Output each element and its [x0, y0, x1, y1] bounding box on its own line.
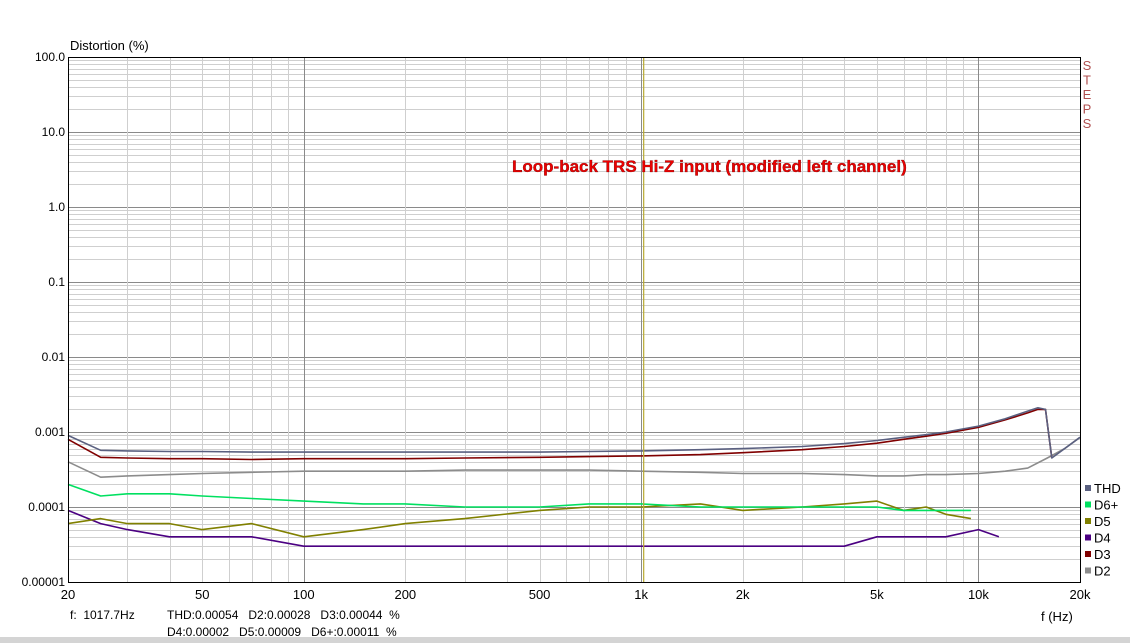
- steps-letter: T: [1083, 73, 1091, 88]
- legend-swatch: [1085, 551, 1091, 557]
- legend-label: D2: [1094, 564, 1111, 579]
- marker-frequency-readout: f: 1017.7Hz: [70, 608, 135, 622]
- x-axis-label: f (Hz): [1041, 609, 1073, 624]
- chart-annotation: Loop-back TRS Hi-Z input (modified left …: [512, 157, 907, 176]
- steps-letter: S: [1083, 58, 1092, 73]
- legend-swatch: [1085, 501, 1091, 508]
- y-tick-label: 1.0: [48, 200, 65, 214]
- x-tick-label: 20k: [1070, 587, 1091, 602]
- y-tick-label: 0.001: [35, 425, 65, 439]
- steps-letter: S: [1083, 116, 1092, 131]
- legend-label: D3: [1094, 547, 1111, 562]
- y-tick-label: 0.01: [42, 350, 66, 364]
- x-tick-label: 20: [61, 587, 75, 602]
- distortion-readout-line1: THD:0.00054 D2:0.00028 D3:0.00044 %: [167, 608, 400, 622]
- legend-swatch: [1085, 567, 1091, 574]
- legend-label: D4: [1094, 531, 1111, 546]
- legend-label: D6+: [1094, 498, 1118, 513]
- x-tick-label: 2k: [736, 587, 750, 602]
- x-tick-label: 50: [195, 587, 209, 602]
- x-tick-label: 200: [394, 587, 416, 602]
- x-tick-label: 1k: [634, 587, 648, 602]
- y-tick-label: 0.0001: [28, 500, 65, 514]
- x-tick-label: 100: [293, 587, 315, 602]
- x-tick-label: 5k: [870, 587, 884, 602]
- steps-letter: P: [1083, 102, 1092, 117]
- legend-swatch: [1085, 485, 1091, 491]
- legend-swatch: [1085, 518, 1091, 524]
- steps-letter: E: [1083, 87, 1092, 102]
- y-tick-label: 0.1: [48, 275, 65, 289]
- legend-swatch: [1085, 534, 1091, 541]
- x-tick-label: 500: [529, 587, 551, 602]
- distortion-chart: 100.0 10.0 1.0 0.1 0.01 0.001 0.0001 0.00001 20…: [0, 0, 1130, 643]
- legend-label: D5: [1094, 514, 1111, 529]
- y-tick-label: 10.0: [42, 125, 66, 139]
- y-tick-label: 0.00001: [22, 575, 66, 589]
- x-tick-label: 10k: [968, 587, 989, 602]
- y-axis-label: Distortion (%): [70, 38, 149, 53]
- y-tick-label: 100.0: [35, 50, 65, 64]
- steps-side-label[interactable]: STEPS: [1083, 58, 1092, 131]
- horizontal-scrollbar[interactable]: [0, 637, 1130, 643]
- legend-label: THD: [1094, 481, 1121, 496]
